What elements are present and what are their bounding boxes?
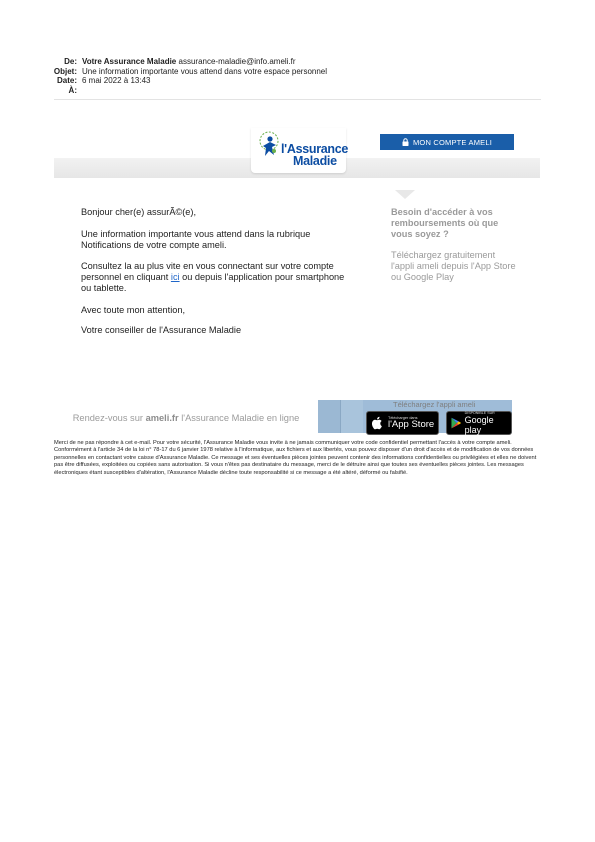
date-text: 6 mai 2022 à 13:43 [82,76,151,85]
header-divider [54,99,541,100]
footer-divider-block [318,400,340,433]
from-address[interactable]: assurance-maladie@info.ameli.fr [179,57,296,66]
header-from-row: De: Votre Assurance Maladie assurance-mal… [0,57,296,67]
to-label: À: [68,85,77,95]
ici-link[interactable]: ici [171,272,180,282]
header-date-row: Date: 6 mai 2022 à 13:43 [0,76,151,86]
footer-divider-block-2 [340,400,364,433]
google-play-big: Google play [464,415,494,435]
sidebar-title: Besoin d'accéder à vos remboursements où… [391,207,499,239]
lock-icon [402,138,409,146]
google-play-icon [451,417,462,429]
paragraph-consult: Consultez la au plus vite en vous connec… [81,261,356,294]
paragraph-notifications: Une information importante vous attend d… [81,229,311,250]
mon-compte-label: MON COMPTE AMELI [412,137,493,147]
download-app-label: Téléchargez l'appli ameli [393,400,476,409]
app-store-button[interactable]: Télécharger dans l'App Store [366,411,439,435]
subject-text: Une information importante vous attend d… [82,66,328,76]
closing: Avec toute mon attention, [81,305,186,315]
google-play-button[interactable]: DISPONIBLE SUR Google play [446,411,512,435]
footer-visit-before: Rendez-vous sur [72,413,143,423]
legal-disclaimer: Merci de ne pas répondre à cet e-mail. P… [54,440,537,476]
subject-label: Objet: [53,66,77,76]
logo-line2: Maladie [293,154,337,168]
footer-visit: Rendez-vous sur ameli.fr l'Assurance Mal… [54,403,318,433]
greeting: Bonjour cher(e) assurÃ©(e), [81,207,197,217]
date-label: Date: [56,76,77,85]
sidebar-text: Téléchargez gratuitement l'appli ameli d… [391,250,516,282]
banner-pointer [395,190,415,199]
footer-visit-after: l'Assurance Maladie en ligne [181,413,300,423]
ameli-link[interactable]: ameli.fr [146,413,179,423]
apple-icon [372,416,382,430]
mon-compte-ameli-button[interactable]: MON COMPTE AMELI [380,134,514,150]
signature: Votre conseiller de l'Assurance Maladie [81,325,242,335]
header-to-row: À: [0,86,82,96]
header-subject-row: Objet: Une information importante vous at… [0,67,327,77]
assurance-maladie-logo[interactable]: l'Assurance Maladie [251,128,348,173]
from-label: De: [64,57,77,66]
from-name: Votre Assurance Maladie [82,57,177,66]
logo-emblem-icon [259,131,279,156]
app-store-big: l'App Store [388,419,435,430]
